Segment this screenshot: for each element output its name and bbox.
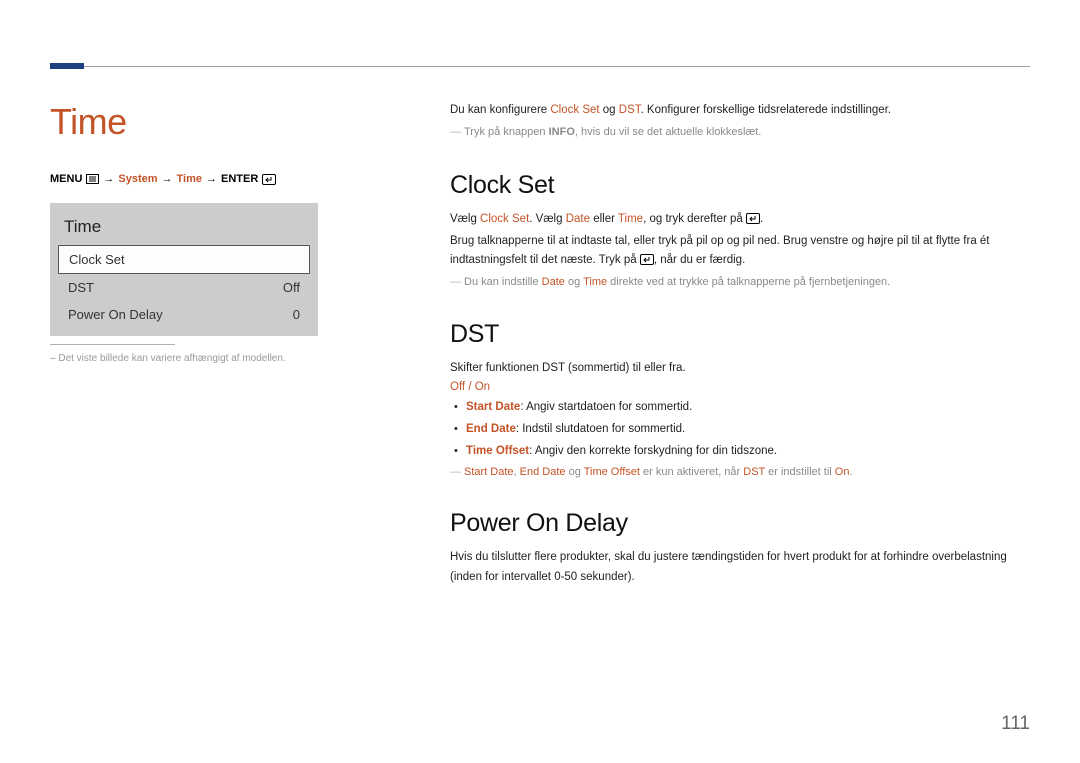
note-dash-icon: ― [450, 123, 464, 142]
power-on-delay-p1: Hvis du tilslutter flere produkter, skal… [450, 548, 1030, 587]
text-highlight: DST [743, 466, 765, 478]
section-heading-power-on-delay: Power On Delay [450, 509, 1030, 538]
menu-item-power-on-delay[interactable]: Power On Delay 0 [58, 301, 310, 328]
text: : Indstil slutdatoen for sommertid. [516, 423, 685, 435]
text: Du kan konfigurere [450, 104, 550, 116]
text: eller [590, 213, 618, 225]
list-item: Start Date: Angiv startdatoen for sommer… [466, 397, 1030, 419]
dst-p1: Skifter funktionen DST (sommertid) til e… [450, 359, 1030, 379]
breadcrumb: MENU → System → Time → ENTER [50, 173, 400, 185]
breadcrumb-menu-label: MENU [50, 173, 82, 185]
text-highlight: On [835, 466, 850, 478]
menu-item-label: Power On Delay [68, 307, 163, 322]
menu-item-value: 0 [293, 307, 300, 322]
menu-item-value: Off [283, 280, 300, 295]
menu-widget-title: Time [58, 211, 310, 245]
menu-item-label: Clock Set [69, 252, 125, 267]
text: er indstillet til [765, 466, 835, 478]
text-highlight: Start Date [464, 466, 514, 478]
text: Du kan indstille [464, 276, 542, 288]
enter-icon [746, 213, 760, 224]
text-highlight: Clock Set [550, 104, 599, 116]
page-title: Time [50, 101, 400, 143]
text: . Konfigurer forskellige tidsrelaterede … [641, 104, 892, 116]
clock-set-p2: Brug talknapperne til at indtaste tal, e… [450, 232, 1030, 271]
text: Vælg [450, 213, 480, 225]
page-number: 111 [1001, 713, 1030, 735]
caption-dash: – [50, 353, 56, 364]
menu-item-label: DST [68, 280, 94, 295]
text: : Angiv den korrekte forskydning for din… [529, 445, 777, 457]
menu-item-clock-set[interactable]: Clock Set [58, 245, 310, 274]
text: . Vælg [529, 213, 565, 225]
manual-page: Time MENU → System → Time → ENTER Time C… [0, 0, 1080, 589]
text-highlight: Date [566, 213, 590, 225]
enter-icon [262, 174, 276, 185]
text: er kun aktiveret, når [640, 466, 743, 478]
top-divider [50, 58, 1030, 67]
dst-off-on-values: Off / On [450, 381, 1030, 393]
enter-icon [640, 254, 654, 265]
text: . [849, 466, 852, 478]
text: direkte ved at trykke på talknapperne på… [607, 276, 890, 288]
text-highlight: Start Date [466, 401, 520, 413]
text: og [600, 104, 619, 116]
text-highlight: Date [542, 276, 565, 288]
section-heading-dst: DST [450, 320, 1030, 349]
breadcrumb-system: System [118, 173, 157, 185]
right-column: Du kan konfigurere Clock Set og DST. Kon… [450, 101, 1030, 589]
clock-set-p1: Vælg Clock Set. Vælg Date eller Time, og… [450, 210, 1030, 230]
list-item: End Date: Indstil slutdatoen for sommert… [466, 419, 1030, 441]
dst-note: ―Start Date, End Date og Time Offset er … [450, 463, 1030, 482]
menu-widget: Time Clock Set DST Off Power On Delay 0 [50, 203, 318, 336]
text: . [760, 213, 763, 225]
breadcrumb-time: Time [177, 173, 202, 185]
text-highlight: Time Offset [466, 445, 529, 457]
list-item: Time Offset: Angiv den korrekte forskydn… [466, 441, 1030, 463]
left-divider [50, 344, 175, 345]
intro-paragraph: Du kan konfigurere Clock Set og DST. Kon… [450, 101, 1030, 121]
text-highlight: Time [583, 276, 607, 288]
section-heading-clock-set: Clock Set [450, 171, 1030, 200]
text-highlight: DST [619, 104, 641, 116]
intro-note: ―Tryk på knappen INFO, hvis du vil se de… [450, 123, 1030, 142]
text: : Angiv startdatoen for sommertid. [520, 401, 692, 413]
caption-text: Det viste billede kan variere afhængigt … [58, 353, 285, 364]
menu-item-dst[interactable]: DST Off [58, 274, 310, 301]
text-highlight: Clock Set [480, 213, 529, 225]
text-highlight: Time [618, 213, 643, 225]
text-highlight: End Date [466, 423, 516, 435]
text: og [565, 276, 583, 288]
left-column: Time MENU → System → Time → ENTER Time C… [50, 101, 450, 589]
arrow-icon: → [206, 173, 217, 185]
text-highlight: Time Offset [584, 466, 640, 478]
arrow-icon: → [103, 173, 114, 185]
text: , hvis du vil se det aktuelle klokkeslæt… [575, 126, 761, 138]
menu-icon [86, 174, 99, 184]
dst-bullet-list: Start Date: Angiv startdatoen for sommer… [450, 397, 1030, 463]
text: og [566, 466, 584, 478]
arrow-icon: → [162, 173, 173, 185]
breadcrumb-enter-label: ENTER [221, 173, 258, 185]
text: , når du er færdig. [654, 254, 745, 266]
clock-set-note: ―Du kan indstille Date og Time direkte v… [450, 273, 1030, 292]
note-dash-icon: ― [450, 273, 464, 292]
text: Tryk på knappen [464, 126, 549, 138]
text-bold: INFO [549, 126, 575, 138]
image-caption: – Det viste billede kan variere afhængig… [50, 351, 400, 366]
text: , og tryk derefter på [643, 213, 746, 225]
brand-mark [50, 63, 84, 69]
note-dash-icon: ― [450, 463, 464, 482]
text-highlight: End Date [520, 466, 566, 478]
